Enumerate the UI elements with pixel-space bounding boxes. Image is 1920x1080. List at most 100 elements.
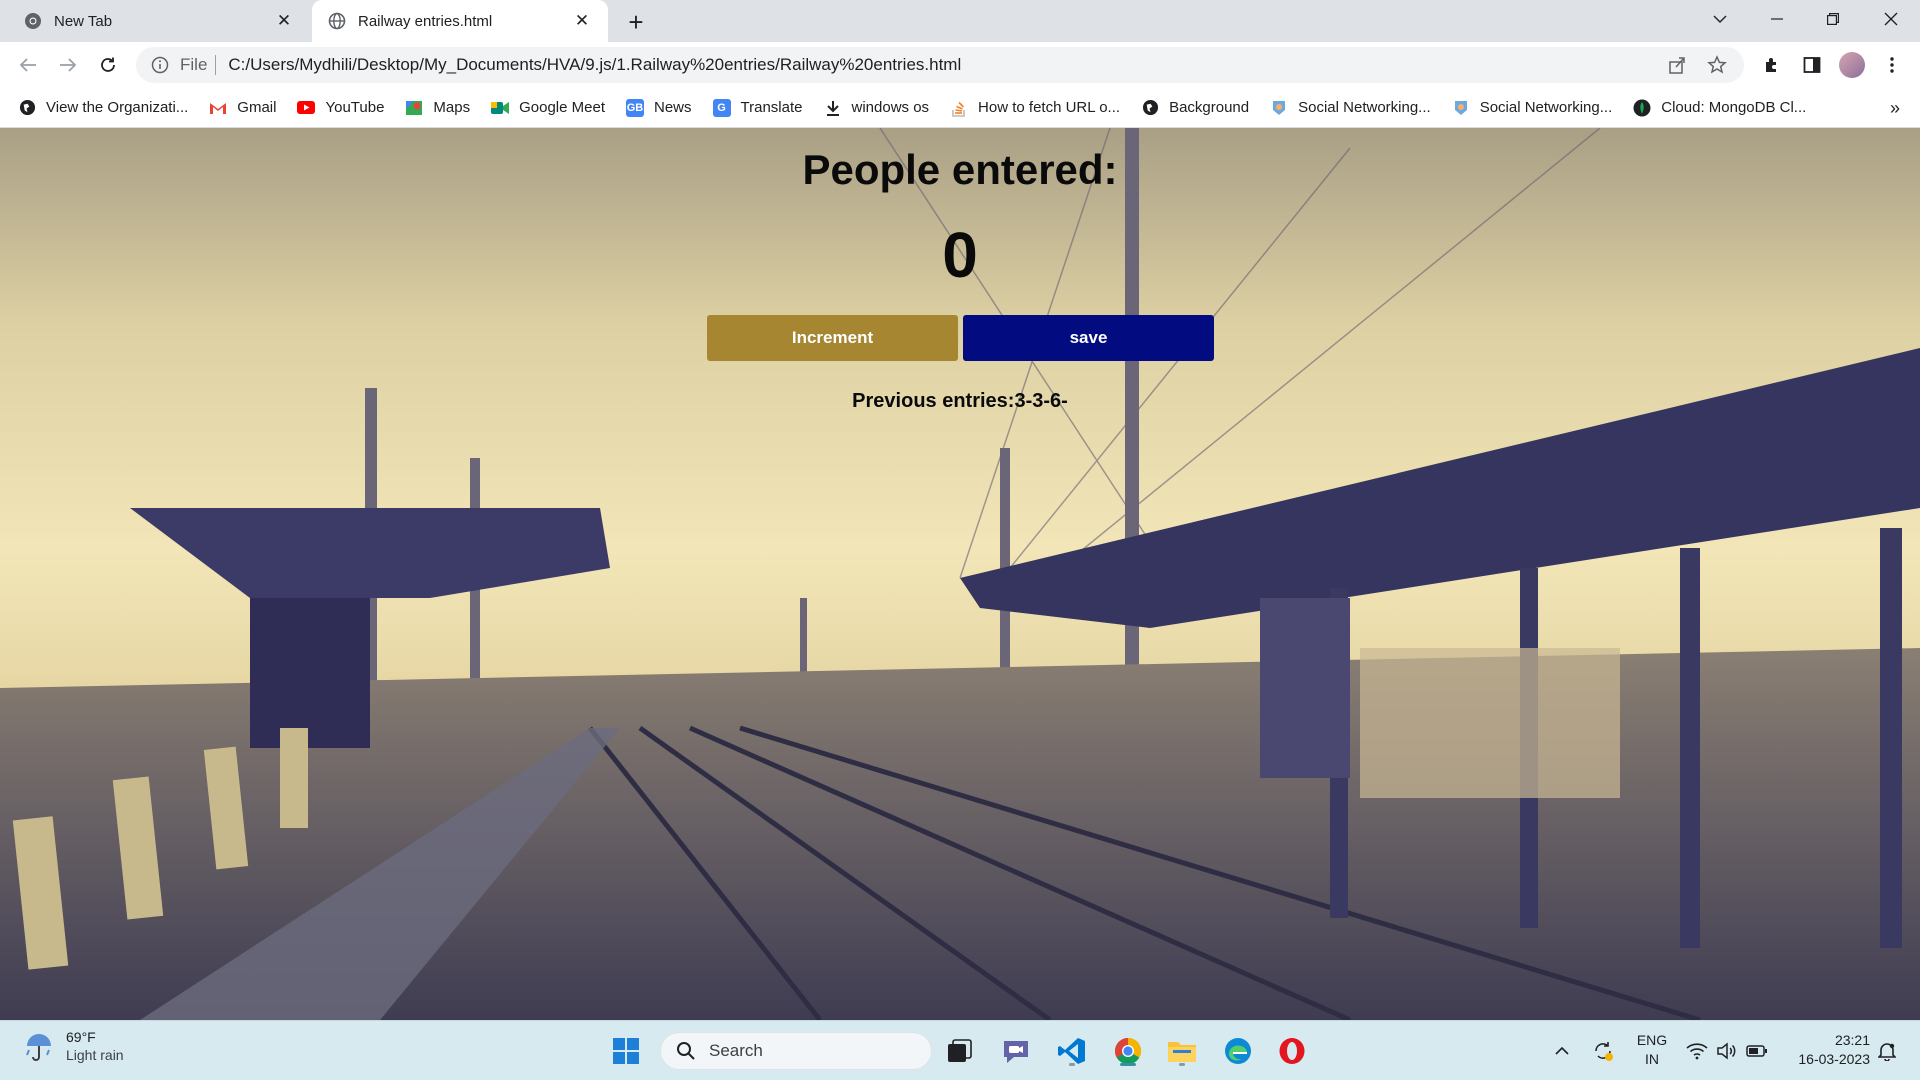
info-icon[interactable] — [150, 55, 170, 75]
close-window-icon[interactable] — [1866, 0, 1916, 38]
system-clock[interactable]: 23:21 16-03-2023 — [1784, 1031, 1870, 1069]
tab-search-chevron-icon[interactable] — [1695, 0, 1745, 38]
youtube-icon — [297, 99, 316, 117]
search-placeholder: Search — [709, 1041, 763, 1060]
search-icon — [675, 1040, 697, 1062]
opera-icon[interactable] — [1274, 1033, 1310, 1069]
gmail-icon — [209, 99, 227, 117]
new-tab-button[interactable]: + — [622, 7, 650, 37]
bookmark-label: Translate — [740, 99, 803, 116]
translate-icon: G — [712, 98, 731, 117]
clock-time: 23:21 — [1834, 1032, 1870, 1048]
bookmark-label: How to fetch URL o... — [978, 99, 1121, 116]
bookmark-label: YouTube — [325, 99, 385, 116]
divider — [215, 55, 217, 75]
sync-icon[interactable] — [1588, 1033, 1618, 1069]
bookmarks-overflow-icon[interactable]: » — [1890, 98, 1900, 119]
close-tab-icon[interactable]: ✕ — [274, 11, 294, 31]
social-icon — [1452, 99, 1470, 117]
windows-taskbar: 69°F Light rain Search ENG IN 23:21 16-0… — [0, 1020, 1920, 1080]
forward-arrow-icon[interactable] — [54, 51, 82, 79]
chrome-icon — [24, 12, 42, 30]
tab-strip: New Tab ✕ Railway entries.html ✕ + — [0, 0, 1920, 42]
bookmark-label: Google Meet — [519, 99, 605, 116]
scheme-label: File — [180, 55, 208, 74]
people-count: 0 — [942, 219, 978, 291]
edge-icon[interactable] — [1220, 1033, 1256, 1069]
language-code: ENG — [1636, 1032, 1668, 1048]
globe-icon — [328, 12, 346, 30]
avatar[interactable] — [1838, 51, 1866, 79]
bookmark-label: Social Networking... — [1298, 99, 1431, 116]
region-code: IN — [1645, 1051, 1659, 1067]
extensions-icon[interactable] — [1758, 51, 1786, 79]
bookmark-label: Social Networking... — [1479, 99, 1613, 116]
taskbar-search[interactable]: Search — [660, 1032, 932, 1070]
page-title: People entered: — [802, 146, 1118, 193]
back-arrow-icon[interactable] — [14, 51, 42, 79]
notification-bell-icon[interactable] — [1874, 1033, 1900, 1069]
rain-cloud-icon — [22, 1029, 56, 1063]
reload-icon[interactable] — [94, 51, 122, 79]
bookmark-item[interactable]: Cloud: MongoDB Cl... — [1633, 99, 1806, 117]
download-icon — [824, 99, 842, 117]
wifi-icon[interactable] — [1684, 1033, 1710, 1069]
teams-chat-icon[interactable] — [998, 1033, 1034, 1069]
browser-toolbar: File C:/Users/Mydhili/Desktop/My_Documen… — [0, 42, 1920, 88]
weather-widget[interactable]: 69°F Light rain — [22, 1029, 124, 1063]
share-icon[interactable] — [1664, 52, 1690, 78]
bookmark-item[interactable]: Social Networking... — [1270, 99, 1431, 117]
bookmark-label: Cloud: MongoDB Cl... — [1661, 99, 1807, 116]
bookmark-item[interactable]: Background — [1141, 99, 1249, 117]
vscode-icon[interactable] — [1054, 1033, 1090, 1069]
bookmark-item[interactable]: Maps — [405, 99, 470, 117]
weather-description: Light rain — [66, 1047, 124, 1063]
restore-icon[interactable] — [1808, 0, 1858, 38]
tab-title: New Tab — [54, 12, 113, 30]
chevron-up-icon[interactable] — [1550, 1033, 1574, 1069]
globe-icon — [1141, 99, 1159, 117]
close-tab-icon[interactable]: ✕ — [572, 11, 592, 31]
windows-start-icon[interactable] — [608, 1033, 644, 1069]
globe-icon — [18, 99, 36, 117]
bookmark-item[interactable]: Social Networking... — [1452, 99, 1613, 117]
weather-temperature: 69°F — [66, 1029, 96, 1045]
bookmark-label: View the Organizati... — [46, 99, 189, 116]
bookmark-item[interactable]: Gmail — [209, 99, 276, 117]
task-view-icon[interactable] — [942, 1033, 978, 1069]
bookmark-item[interactable]: G Translate — [712, 98, 803, 117]
input-language[interactable]: ENG IN — [1632, 1031, 1672, 1069]
bookmark-item[interactable]: Google Meet — [491, 99, 605, 117]
bookmark-item[interactable]: windows os — [824, 99, 930, 117]
bookmarks-bar: View the Organizati... Gmail YouTube Map… — [0, 88, 1920, 128]
bookmark-label: News — [654, 99, 692, 116]
maps-icon — [405, 99, 423, 117]
bookmark-label: Gmail — [237, 99, 277, 116]
stackoverflow-icon — [950, 99, 968, 117]
side-panel-icon[interactable] — [1798, 51, 1826, 79]
minimize-icon[interactable] — [1752, 0, 1802, 38]
volume-icon[interactable] — [1714, 1033, 1740, 1069]
bookmark-item[interactable]: YouTube — [297, 99, 384, 117]
bookmark-item[interactable]: View the Organizati... — [18, 99, 188, 117]
battery-icon[interactable] — [1744, 1033, 1770, 1069]
more-menu-icon[interactable] — [1878, 51, 1906, 79]
save-button[interactable]: save — [963, 315, 1214, 361]
meet-icon — [491, 99, 510, 117]
tab-new-tab[interactable]: New Tab ✕ — [8, 0, 310, 42]
chrome-icon[interactable] — [1110, 1033, 1146, 1069]
bookmark-item[interactable]: GB News — [626, 98, 692, 117]
news-icon: GB — [626, 98, 644, 117]
bookmark-item[interactable]: How to fetch URL o... — [950, 99, 1120, 117]
url-text[interactable]: C:/Users/Mydhili/Desktop/My_Documents/HV… — [228, 55, 1650, 75]
address-bar[interactable]: File C:/Users/Mydhili/Desktop/My_Documen… — [136, 47, 1744, 83]
file-explorer-icon[interactable] — [1164, 1033, 1200, 1069]
increment-button[interactable]: Increment — [707, 315, 958, 361]
tab-railway-entries[interactable]: Railway entries.html ✕ — [312, 0, 608, 42]
previous-entries: Previous entries:3-3-6- — [852, 390, 1068, 412]
bookmark-label: windows os — [851, 99, 930, 116]
bookmark-label: Background — [1169, 99, 1250, 116]
bookmark-label: Maps — [433, 99, 471, 116]
social-icon — [1270, 99, 1288, 117]
bookmark-star-icon[interactable] — [1704, 52, 1730, 78]
